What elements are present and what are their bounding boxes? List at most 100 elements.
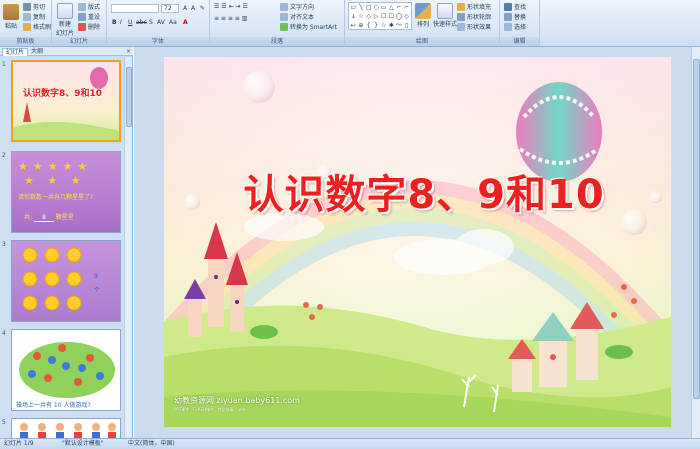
close-icon[interactable]: × — [126, 47, 131, 56]
current-slide[interactable]: 认识数字8、9和10 幼教资源网 ziyuan.baby611.com PPT课… — [164, 57, 671, 427]
slides-group: 新建 幻灯片 版式 重设 删除 幻灯片 — [52, 0, 107, 47]
text-direction-button[interactable]: 文字方向 — [280, 2, 314, 11]
align-icons[interactable]: ≡ ≡ ≡ ≡ ▥ — [214, 15, 247, 22]
format-painter-label: 格式刷 — [33, 24, 52, 31]
shrink-font-icon[interactable]: A — [191, 5, 195, 12]
slide-number: 3 — [2, 241, 6, 248]
format-painter-button[interactable]: 格式刷 — [23, 22, 51, 31]
select-button[interactable]: 选择 — [504, 22, 526, 31]
font-name-box[interactable] — [111, 4, 159, 13]
thumbnail-scrollbar[interactable] — [124, 57, 132, 437]
slide-title[interactable]: 认识数字8、9和10 — [214, 162, 634, 220]
shadow-icon[interactable]: S — [149, 19, 153, 26]
binoculars-icon — [504, 2, 512, 11]
panel-tabs: 幻灯片 大纲 × — [0, 47, 133, 56]
bold-icon[interactable]: B — [112, 19, 117, 26]
shape-option-icon[interactable]: ↩ — [350, 22, 357, 30]
replace-button[interactable]: 替换 — [504, 12, 526, 21]
new-slide-label: 新建 — [59, 21, 72, 28]
bullets-icon[interactable]: ☰ ☰ ⇤ ⇥ ☰ — [214, 3, 248, 10]
layout-label: 版式 — [88, 4, 101, 11]
shapes-gallery[interactable]: ▭ ╲ □ ○ ▭ △ ⌐ ⌐ ↓ ☆ ◇ ▷ ☐ ☐ ◯ ◇ ↩ ⊕{} ☆ ✱ 〜 ▯ — [348, 2, 412, 30]
slide-thumbnail-4[interactable]: 操场上一共有 10 人做游戏? — [11, 329, 121, 411]
tab-slides[interactable]: 幻灯片 — [2, 48, 29, 56]
slide-background-art — [164, 57, 671, 427]
slide-3-unit: 个 — [94, 287, 101, 294]
stars-row: ★★★★★ — [18, 160, 93, 173]
slide-thumbnail-3[interactable]: 9 个 — [11, 240, 121, 322]
delete-button[interactable]: 删除 — [78, 22, 100, 31]
shape-option-icon[interactable]: { — [365, 22, 372, 30]
cut-button[interactable]: 剪切 — [23, 2, 45, 11]
font-color-icon[interactable]: A — [183, 19, 188, 26]
shape-outline-button[interactable]: 形状轮廓 — [457, 12, 491, 21]
answer-unit: 颗星星 — [55, 214, 74, 221]
shape-option-icon[interactable]: ☆ — [358, 13, 365, 21]
smartart-button[interactable]: 转换为 SmartArt — [280, 22, 337, 31]
new-slide-button[interactable]: 新建 幻灯片 — [56, 3, 74, 37]
slide-counter: 幻灯片 1/9 — [4, 440, 34, 447]
shape-option-icon[interactable]: ☐ — [388, 13, 395, 21]
shape-option-icon[interactable]: ◇ — [403, 13, 410, 21]
watermark-subtext: PPT课件 · FLASH课件 · 教案故事 · 试卷 — [174, 407, 246, 412]
slide-thumbnail-2[interactable]: ★★★★★ ★ ★ ★ 请你数数一共有几颗星星了? 共: 8 颗星星 — [11, 151, 121, 233]
select-icon — [504, 22, 512, 31]
shape-option-icon[interactable]: ⌐ — [403, 4, 410, 12]
new-slide-icon — [57, 3, 73, 19]
theme-name: "默认设计模板" — [62, 440, 104, 447]
scroll-thumb[interactable] — [126, 67, 132, 127]
spacing-icon[interactable]: AV — [157, 19, 165, 26]
grow-font-icon[interactable]: A — [183, 5, 187, 12]
italic-icon[interactable]: I — [120, 19, 122, 26]
shape-option-icon[interactable]: ⌐ — [396, 4, 403, 12]
quick-styles-button[interactable]: 快速样式 — [433, 3, 457, 28]
paste-button[interactable]: 粘贴 — [3, 4, 19, 30]
change-case-icon[interactable]: Aa — [169, 19, 177, 26]
effects-icon — [457, 22, 465, 31]
shape-option-icon[interactable]: ▷ — [373, 13, 380, 21]
shape-option-icon[interactable]: } — [373, 22, 380, 30]
slides-group-label: 幻灯片 — [52, 37, 106, 46]
shape-option-icon[interactable]: ☐ — [380, 13, 387, 21]
slides-panel: 幻灯片 大纲 × 1 认识数字8、9和10 2 ★★★★★ ★ ★ ★ 请你数数… — [0, 47, 133, 438]
new-slide-label2: 幻灯片 — [56, 30, 75, 37]
shape-option-icon[interactable]: ▯ — [403, 22, 410, 30]
watermark-text: 幼教资源网 ziyuan.baby611.com — [174, 396, 300, 405]
shape-option-icon[interactable]: ⊕ — [358, 22, 365, 30]
shape-option-icon[interactable]: ╲ — [358, 4, 365, 12]
shape-option-icon[interactable]: ▭ — [380, 4, 387, 12]
fill-icon — [457, 2, 465, 11]
language-indicator[interactable]: 中文(简体，中国) — [128, 439, 175, 449]
reset-button[interactable]: 重设 — [78, 12, 100, 21]
editor-scrollbar[interactable] — [691, 47, 700, 438]
shape-option-icon[interactable]: △ — [388, 4, 395, 12]
shape-option-icon[interactable]: 〜 — [396, 22, 403, 30]
shape-option-icon[interactable]: ◯ — [396, 13, 403, 21]
paragraph-group-label: 段落 — [210, 37, 344, 46]
ribbon: 粘贴 剪切 复制 格式刷 剪贴板 新建 幻灯片 版式 重设 删除 幻灯片 72 … — [0, 0, 700, 47]
shape-effects-button[interactable]: 形状效果 — [457, 22, 491, 31]
shape-option-icon[interactable]: ↓ — [350, 13, 357, 21]
tab-outline[interactable]: 大纲 — [28, 48, 46, 56]
copy-button[interactable]: 复制 — [23, 12, 45, 21]
underline-icon[interactable]: U — [128, 19, 132, 26]
shape-option-icon[interactable]: ▭ — [350, 4, 357, 12]
shape-option-icon[interactable]: ◇ — [365, 13, 372, 21]
font-size-box[interactable]: 72 — [161, 4, 179, 13]
strikethrough-icon[interactable]: abc — [136, 19, 147, 26]
slide-thumbnail-1[interactable]: 认识数字8、9和10 — [11, 60, 121, 142]
layout-button[interactable]: 版式 — [78, 2, 100, 11]
find-button[interactable]: 查找 — [504, 2, 526, 11]
clipboard-group-label: 剪贴板 — [0, 37, 51, 46]
shape-fill-button[interactable]: 形状填充 — [457, 2, 491, 11]
shape-option-icon[interactable]: ☆ — [380, 22, 387, 30]
shape-option-icon[interactable]: ✱ — [388, 22, 395, 30]
align-text-button[interactable]: 对齐文本 — [280, 12, 314, 21]
shape-option-icon[interactable]: ○ — [373, 4, 380, 12]
clear-format-icon[interactable]: ✎ — [200, 5, 205, 12]
paste-icon — [3, 4, 19, 20]
scroll-thumb[interactable] — [693, 59, 700, 399]
shape-option-icon[interactable]: □ — [365, 4, 372, 12]
arrange-button[interactable]: 排列 — [415, 3, 431, 28]
slide-thumbnail-5[interactable] — [11, 418, 121, 438]
